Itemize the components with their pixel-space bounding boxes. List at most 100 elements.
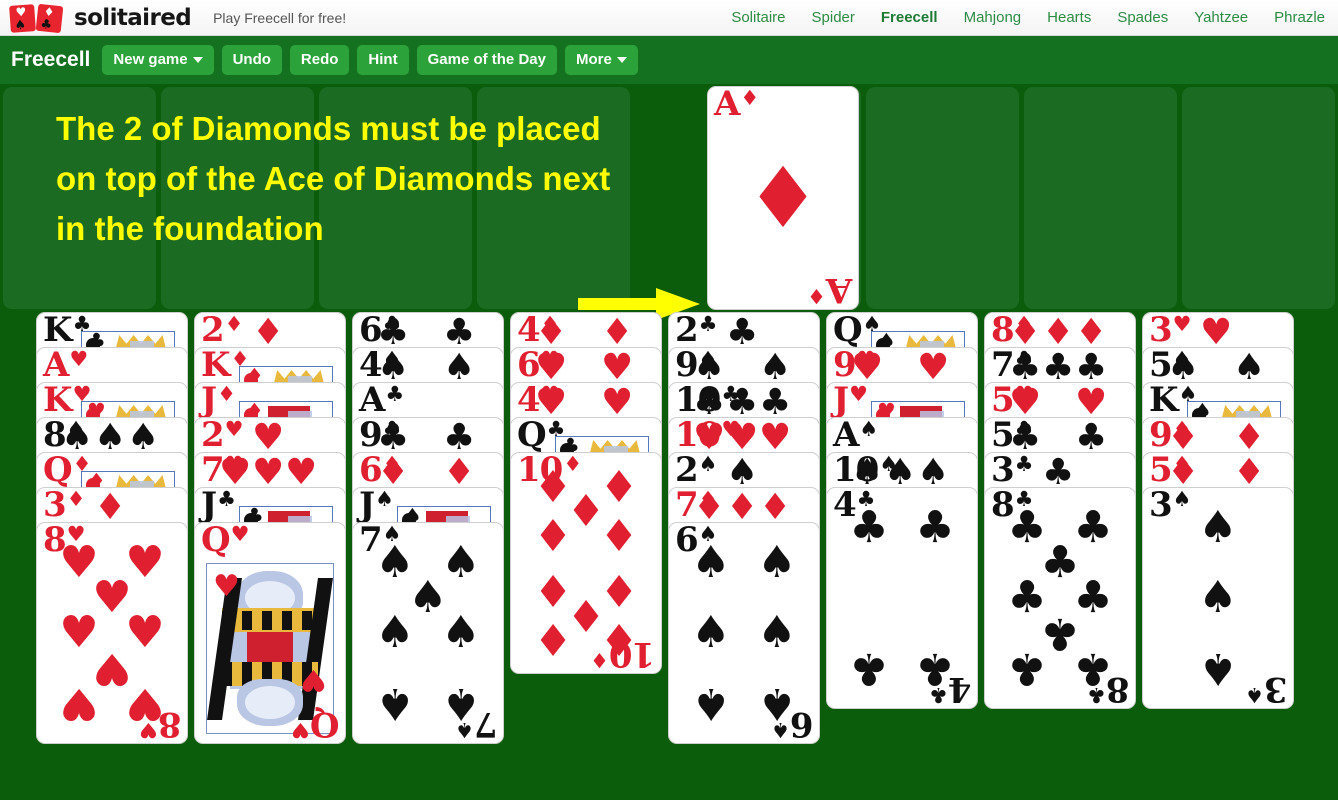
undo-button[interactable]: Undo bbox=[221, 44, 282, 76]
card-6-spades[interactable]: 6 ♠ ♠ ♠ ♠ ♠ ♠ ♠ 6 ♠ bbox=[668, 522, 820, 744]
main-nav: Solitaire Spider Freecell Mahjong Hearts… bbox=[718, 9, 1338, 26]
card-rank: 8 bbox=[1106, 669, 1129, 709]
heart-icon: ♥ bbox=[59, 678, 99, 730]
card-rank: J bbox=[201, 487, 217, 525]
diamond-icon: ♦ bbox=[806, 284, 826, 308]
heart-icon: ♥ bbox=[601, 347, 634, 388]
new-game-button[interactable]: New game bbox=[102, 44, 214, 76]
card-8-clubs[interactable]: 8 ♣ ♣ ♣ ♣ ♣ ♣ ♣ ♣ ♣ 8 ♣ bbox=[984, 487, 1136, 709]
diamond-icon: ♦ bbox=[740, 86, 760, 110]
card-pips-strip: ♥ ♥ bbox=[511, 385, 661, 421]
heart-icon: ♥ bbox=[252, 452, 285, 493]
card-rank: 6 bbox=[790, 704, 813, 744]
foundation-card-ace-diamonds[interactable]: A ♦ ♦ A ♦ bbox=[707, 86, 859, 310]
card-q-hearts[interactable]: Q ♥ ♥ ♥ Q ♥ bbox=[194, 522, 346, 744]
card-rank: 10 bbox=[609, 634, 655, 674]
card-rank: 4 bbox=[948, 669, 971, 709]
heart-icon: ♥ bbox=[1075, 382, 1108, 423]
club-icon: ♣ bbox=[377, 312, 410, 353]
heart-icon: ♥ bbox=[1009, 382, 1042, 423]
nav-item-mahjong[interactable]: Mahjong bbox=[964, 9, 1022, 26]
club-icon: ♣ bbox=[928, 683, 948, 707]
spade-icon: ♠ bbox=[884, 452, 917, 493]
club-icon: ♣ bbox=[443, 312, 476, 353]
nav-item-phrazle[interactable]: Phrazle bbox=[1274, 9, 1325, 26]
card-pips-strip: ♥ ♥ ♥ bbox=[669, 417, 819, 458]
foundation-4[interactable] bbox=[1182, 87, 1335, 309]
card-rank: J bbox=[833, 382, 849, 420]
heart-icon: ♥ bbox=[693, 417, 726, 458]
spade-icon: ♠ bbox=[693, 347, 726, 388]
diamond-icon: ♦ bbox=[533, 510, 573, 562]
card-pips-strip: ♠ ♠ bbox=[1143, 350, 1293, 386]
heart-icon: ♥ bbox=[849, 382, 868, 406]
spade-icon: ♠ bbox=[454, 718, 474, 742]
club-icon: ♣ bbox=[726, 382, 759, 423]
freecell-game-page: ♥ ♠ ♦ ♣ solitaired Play Freecell for fre… bbox=[0, 0, 1338, 800]
diamond-icon: ♦ bbox=[726, 487, 759, 528]
nav-item-solitaire[interactable]: Solitaire bbox=[731, 9, 785, 26]
heart-icon: ♥ bbox=[759, 417, 792, 458]
diamond-icon: ♦ bbox=[377, 452, 410, 493]
more-button[interactable]: More bbox=[564, 44, 638, 76]
nav-item-yahtzee[interactable]: Yahtzee bbox=[1194, 9, 1248, 26]
nav-item-hearts[interactable]: Hearts bbox=[1047, 9, 1091, 26]
diamond-icon: ♦ bbox=[1167, 452, 1200, 493]
heart-icon: ♥ bbox=[1200, 312, 1233, 353]
foundation-1[interactable]: A ♦ ♦ A ♦ bbox=[707, 86, 861, 310]
club-icon: ♣ bbox=[759, 382, 792, 423]
card-corner-top: J ♦ bbox=[201, 383, 236, 417]
card-corner-bottom: A ♦ bbox=[806, 270, 852, 310]
spade-icon: ♠ bbox=[13, 17, 27, 34]
card-rank: 7 bbox=[474, 704, 497, 744]
foundation-2[interactable] bbox=[866, 87, 1019, 309]
card-rank: Q bbox=[43, 452, 73, 490]
chevron-down-icon bbox=[616, 56, 627, 63]
card-corner-top: J ♠ bbox=[359, 488, 394, 522]
logo-cards-icon: ♥ ♠ ♦ ♣ bbox=[9, 3, 66, 34]
card-pips-strip: ♠ ♠ ♠ bbox=[37, 417, 187, 458]
card-corner-bottom: 6 ♠ bbox=[771, 704, 814, 744]
card-7-spades[interactable]: 7 ♠ ♠ ♠ ♠ ♠ ♠ ♠ ♠ 7 ♠ bbox=[352, 522, 504, 744]
game-of-the-day-button[interactable]: Game of the Day bbox=[416, 44, 557, 76]
card-corner-bottom: 8 ♣ bbox=[1087, 669, 1130, 709]
game-toolbar: Freecell New game Undo Redo Hint Game of… bbox=[0, 36, 1338, 84]
site-header: ♥ ♠ ♦ ♣ solitaired Play Freecell for fre… bbox=[0, 0, 1338, 36]
card-corner-bottom: Q ♥ bbox=[290, 704, 339, 744]
nav-item-spider[interactable]: Spider bbox=[812, 9, 855, 26]
spade-icon: ♠ bbox=[375, 678, 415, 730]
card-4-clubs[interactable]: 4 ♣ ♣ ♣ ♣ ♣ 4 ♣ bbox=[826, 487, 978, 709]
diamond-icon: ♦ bbox=[1009, 312, 1042, 353]
card-pips-strip: ♥ ♥ bbox=[511, 347, 661, 388]
spade-icon: ♠ bbox=[691, 536, 731, 588]
club-icon: ♣ bbox=[443, 417, 476, 458]
site-logo[interactable]: ♥ ♠ ♦ ♣ solitaired bbox=[9, 3, 192, 34]
club-icon: ♣ bbox=[849, 501, 889, 553]
card-pips-strip: ♠ ♠ bbox=[669, 347, 819, 388]
card-rank: A bbox=[714, 84, 740, 124]
nav-item-freecell[interactable]: Freecell bbox=[881, 9, 938, 26]
diamond-icon: ♦ bbox=[693, 487, 726, 528]
hint-button[interactable]: Hint bbox=[357, 44, 409, 76]
heart-icon: ♥ bbox=[290, 718, 310, 742]
diamond-icon: ♦ bbox=[601, 312, 634, 353]
club-icon: ♣ bbox=[1009, 417, 1042, 458]
foundation-3[interactable] bbox=[1024, 87, 1177, 309]
spade-icon: ♠ bbox=[61, 417, 94, 458]
card-corner-top: J ♥ bbox=[833, 383, 868, 417]
card-pips-strip: ♥ bbox=[195, 420, 345, 456]
card-pips-strip: ♥ bbox=[1143, 312, 1293, 353]
card-rank: K bbox=[43, 312, 73, 350]
nav-item-spades[interactable]: Spades bbox=[1117, 9, 1168, 26]
club-icon: ♣ bbox=[1007, 643, 1047, 695]
spade-icon: ♠ bbox=[1198, 643, 1238, 695]
spade-icon: ♠ bbox=[759, 347, 792, 388]
card-8-hearts[interactable]: 8 ♥ ♥ ♥ ♥ ♥ ♥ ♥ ♥ ♥ 8 ♥ bbox=[36, 522, 188, 744]
heart-icon: ♥ bbox=[300, 662, 327, 697]
spade-icon: ♠ bbox=[1198, 501, 1238, 553]
card-pips-strip: ♦ ♦ bbox=[1143, 420, 1293, 456]
card-pips-strip: ♦ ♦ bbox=[353, 452, 503, 493]
card-10-diamonds[interactable]: 10 ♦ ♦ ♦ ♦ ♦ ♦ ♦ ♦ ♦ ♦ ♦ 10 ♦ bbox=[510, 452, 662, 674]
redo-button[interactable]: Redo bbox=[289, 44, 350, 76]
card-3-spades[interactable]: 3 ♠ ♠ ♠ ♠ 3 ♠ bbox=[1142, 487, 1294, 709]
